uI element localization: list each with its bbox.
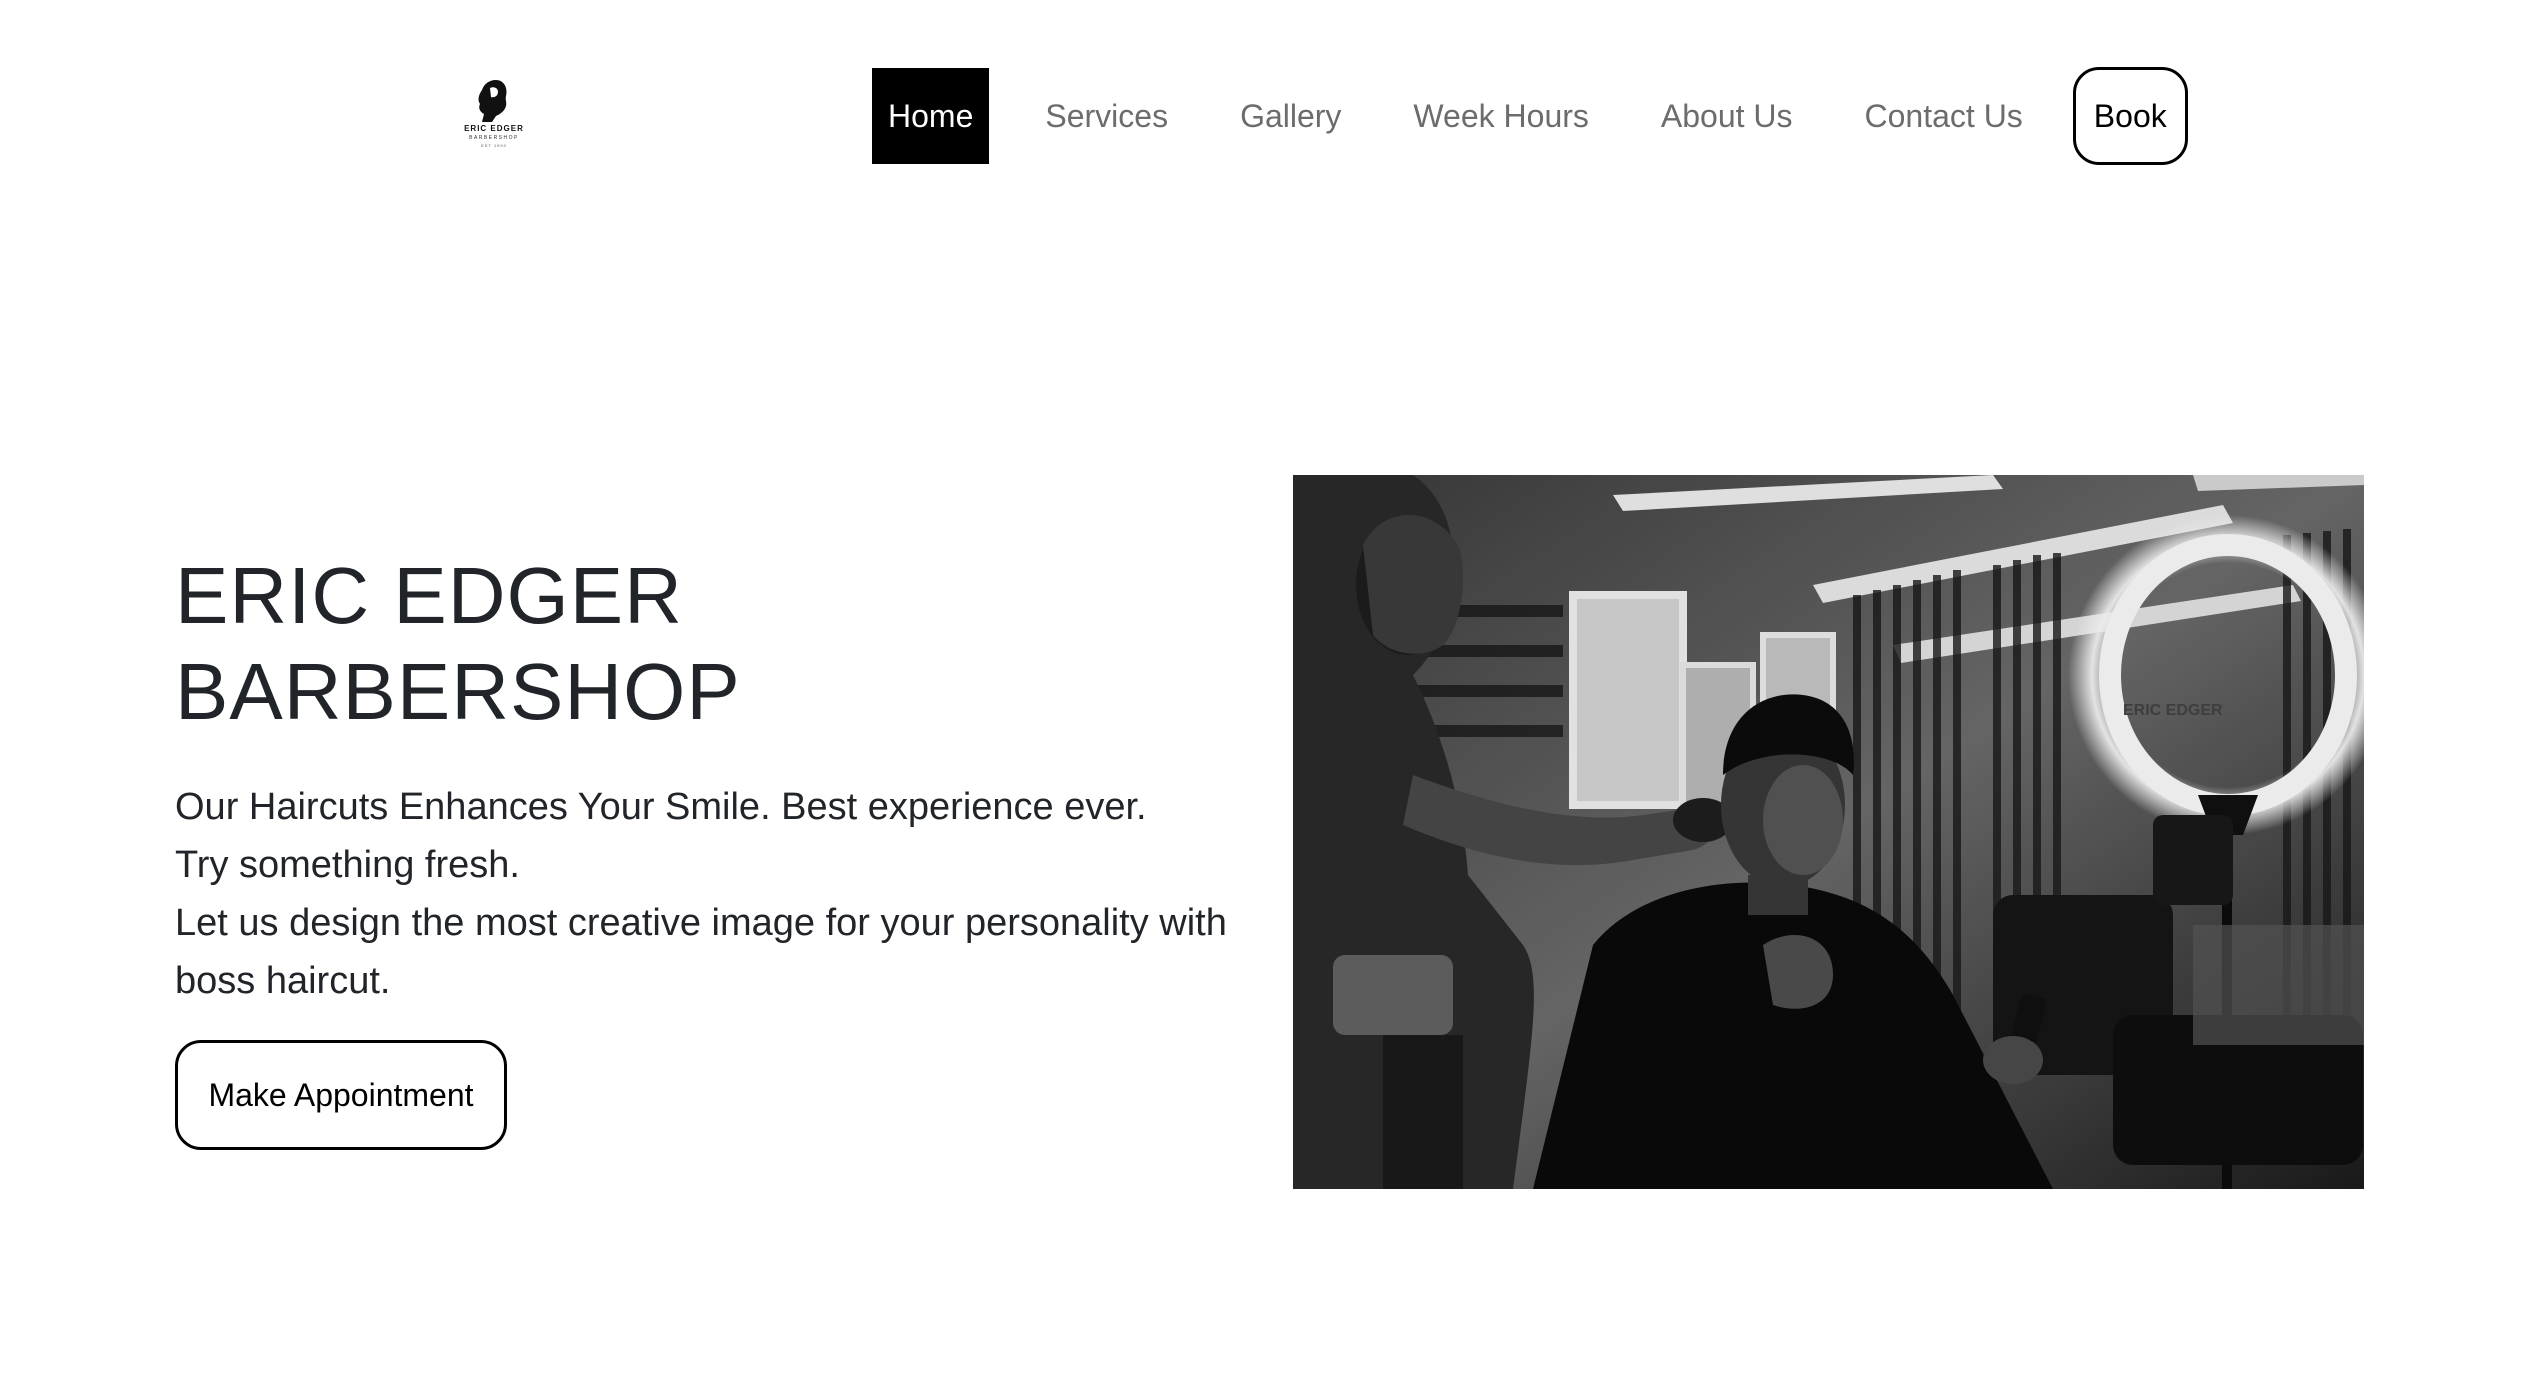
nav-item-gallery[interactable]: Gallery xyxy=(1224,68,1357,164)
nav-item-week-hours[interactable]: Week Hours xyxy=(1397,68,1604,164)
nav-item-about-us[interactable]: About Us xyxy=(1645,68,1809,164)
logo-subtitle: BARBERSHOP xyxy=(469,135,519,141)
nav-item-contact-us[interactable]: Contact Us xyxy=(1849,68,2039,164)
hero-line-3: Let us design the most creative image fo… xyxy=(175,902,1227,944)
brand-logo[interactable]: ERIC EDGER BARBERSHOP EST 1990 xyxy=(452,78,536,158)
logo-established: EST 1990 xyxy=(481,143,507,148)
barber-silhouette-icon xyxy=(478,80,507,122)
hero-line-2: Try something fresh. xyxy=(175,844,520,886)
hero-title-line-1: ERIC EDGER xyxy=(175,551,683,640)
nav-item-services[interactable]: Services xyxy=(1029,68,1184,164)
book-button[interactable]: Book xyxy=(2072,67,2188,165)
barbershop-photo: ERIC EDGER xyxy=(1293,475,2364,1189)
hero-line-1: Our Haircuts Enhances Your Smile. Best e… xyxy=(175,786,1147,828)
nav-item-home[interactable]: Home xyxy=(872,68,990,164)
page: ERIC EDGER BARBERSHOP EST 1990 Home Serv… xyxy=(0,0,2531,1383)
main-nav: Home Services Gallery Week Hours About U… xyxy=(872,67,2188,165)
hero-title: ERIC EDGER BARBERSHOP xyxy=(175,548,741,740)
make-appointment-button[interactable]: Make Appointment xyxy=(175,1040,507,1150)
hero-description: Our Haircuts Enhances Your Smile. Best e… xyxy=(175,778,1295,1010)
hero-line-4: boss haircut. xyxy=(175,960,391,1002)
hero-title-line-2: BARBERSHOP xyxy=(175,647,741,736)
logo-name: ERIC EDGER xyxy=(464,124,524,133)
